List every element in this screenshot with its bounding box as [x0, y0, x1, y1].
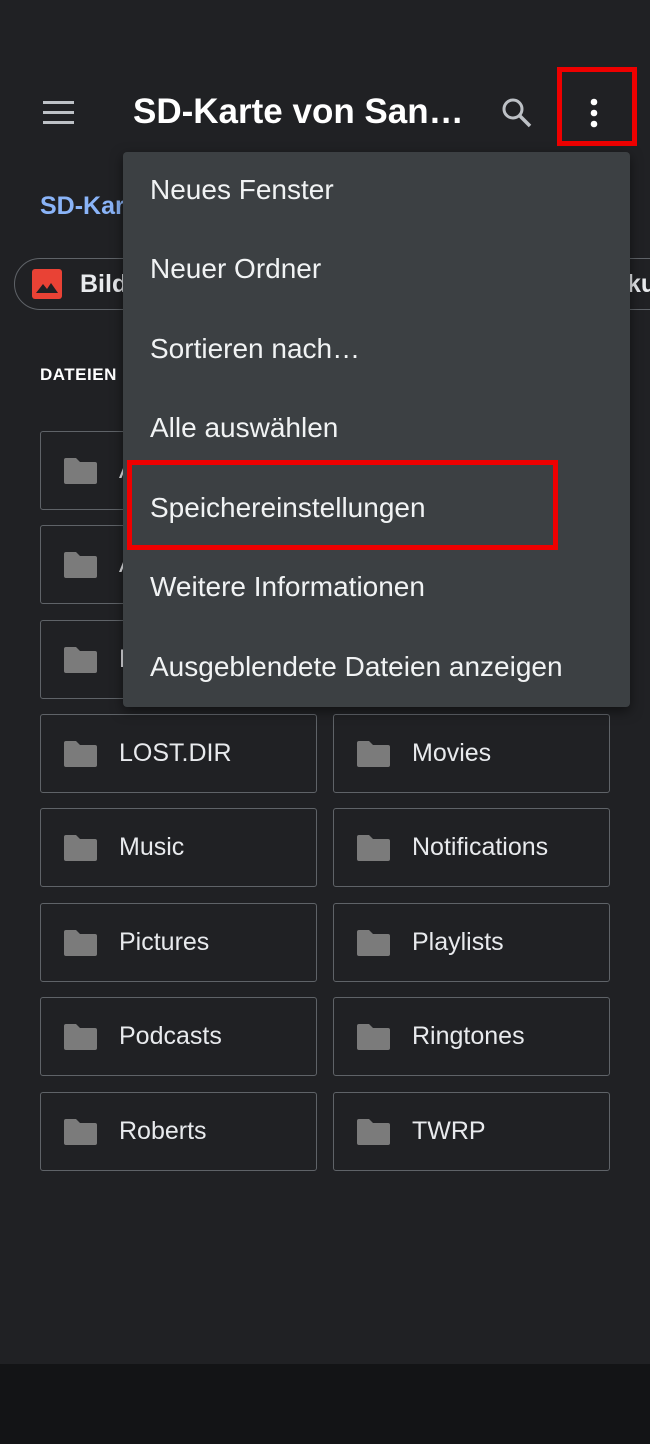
folder-item[interactable]: Roberts — [40, 1092, 317, 1171]
search-button[interactable] — [498, 94, 536, 132]
hamburger-icon — [43, 101, 74, 124]
folder-icon — [357, 929, 390, 956]
menu-item[interactable]: Neuer Ordner — [150, 253, 321, 285]
folder-item[interactable]: Ringtones — [333, 997, 610, 1076]
menu-item[interactable]: Sortieren nach… — [150, 333, 360, 365]
folder-icon — [357, 1118, 390, 1145]
menu-item[interactable]: Ausgeblendete Dateien anzeigen — [150, 651, 563, 683]
folder-item[interactable]: Podcasts — [40, 997, 317, 1076]
navigation-bar — [0, 1364, 650, 1444]
folder-name: Roberts — [119, 1117, 207, 1145]
folder-icon — [64, 740, 97, 767]
folder-icon — [64, 929, 97, 956]
page-title: SD-Karte von San… — [133, 92, 464, 131]
highlight-box-storage-settings — [127, 460, 558, 550]
folder-icon — [64, 551, 97, 578]
folder-icon — [64, 1118, 97, 1145]
folder-name: Playlists — [412, 928, 504, 956]
folder-name: Pictures — [119, 928, 210, 956]
folder-item[interactable]: Playlists — [333, 903, 610, 982]
folder-item[interactable]: Notifications — [333, 808, 610, 887]
folder-name: Notifications — [412, 833, 549, 861]
folder-icon — [357, 740, 390, 767]
overflow-menu: Neues Fenster Neuer Ordner Sortieren nach…… — [123, 152, 630, 707]
menu-item[interactable]: Neues Fenster — [150, 174, 334, 206]
folder-icon — [64, 834, 97, 861]
folder-name: Movies — [412, 739, 492, 767]
breadcrumb[interactable]: SD-Kar — [40, 192, 125, 221]
folder-item[interactable]: TWRP — [333, 1092, 610, 1171]
search-icon — [502, 98, 532, 128]
folder-icon — [64, 646, 97, 673]
folder-name: TWRP — [412, 1117, 486, 1145]
folder-icon — [357, 834, 390, 861]
folder-item[interactable]: Music — [40, 808, 317, 887]
folder-item[interactable]: LOST.DIR — [40, 714, 317, 793]
folder-name: LOST.DIR — [119, 739, 232, 767]
folder-icon — [64, 1023, 97, 1050]
highlight-box-more — [557, 67, 637, 146]
folder-icon — [357, 1023, 390, 1050]
menu-button[interactable] — [36, 94, 82, 132]
image-icon — [32, 269, 62, 299]
chip-label: Bild — [80, 269, 128, 298]
menu-item[interactable]: Weitere Informationen — [150, 571, 425, 603]
section-header: DATEIEN — [40, 365, 117, 384]
chip-label: ku — [627, 269, 650, 298]
folder-icon — [64, 457, 97, 484]
folder-item[interactable]: Pictures — [40, 903, 317, 982]
menu-item[interactable]: Alle auswählen — [150, 412, 338, 444]
folder-name: Music — [119, 833, 185, 861]
folder-item[interactable]: Movies — [333, 714, 610, 793]
folder-name: Podcasts — [119, 1022, 222, 1050]
folder-name: Ringtones — [412, 1022, 525, 1050]
